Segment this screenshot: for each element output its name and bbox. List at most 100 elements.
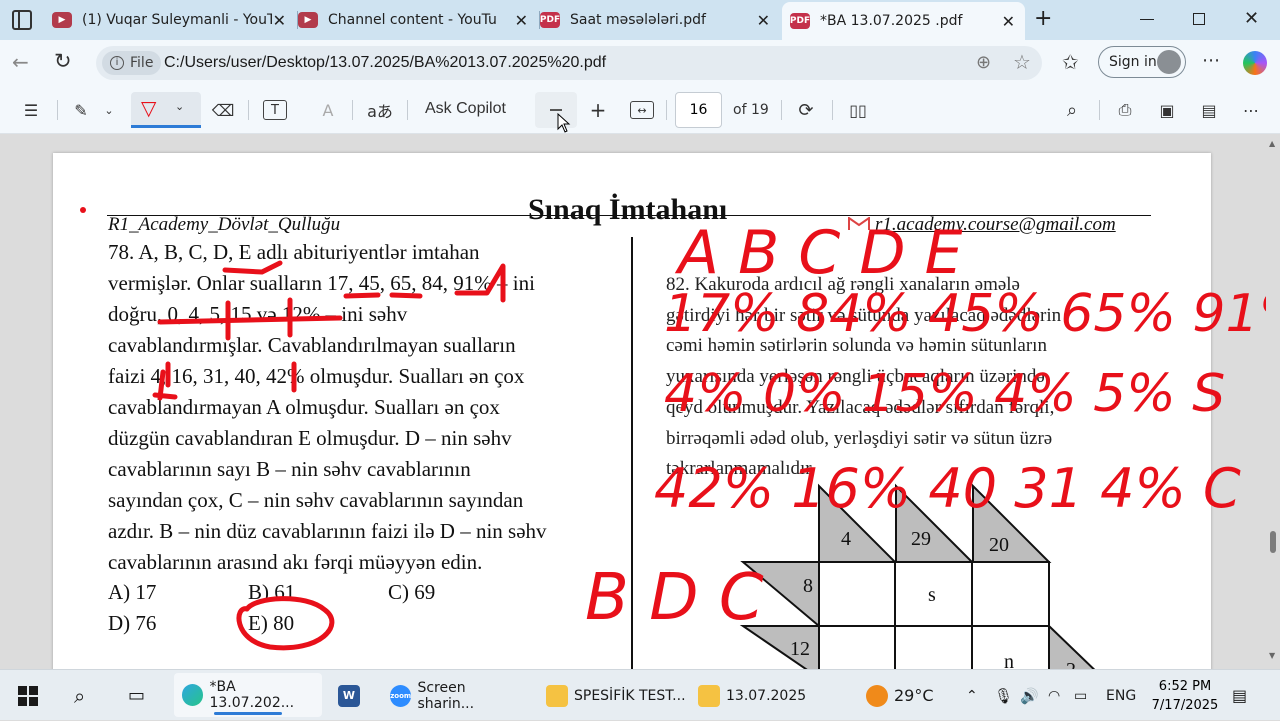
restore-icon[interactable] (1193, 13, 1205, 25)
mouse-cursor-icon (557, 113, 571, 133)
taskbar: ⌕ ▭ *BA 13.07.202... W zoom Screen shari… (0, 669, 1280, 720)
folder-icon (698, 684, 720, 707)
ask-copilot-button[interactable]: Ask Copilot (425, 100, 506, 118)
temperature: 29°C (894, 686, 934, 705)
url-text[interactable]: C:/Users/user/Desktop/13.07.2025/BA%2013… (164, 54, 606, 72)
pdf-icon: PDF (790, 13, 810, 29)
read-aloud-disabled-icon: A (322, 100, 334, 120)
ink-annotations: A B C D E 17% 84% 45% 65% 91% D 4% 0% 15… (152, 218, 1266, 651)
tab-label: Saat məsələləri.pdf (570, 12, 706, 28)
new-tab-button[interactable]: + (1034, 6, 1052, 31)
close-icon[interactable]: ✕ (515, 11, 528, 30)
print-icon[interactable]: ⎙ (1114, 98, 1136, 122)
taskbar-label: 13.07.2025 (726, 687, 807, 704)
ink-bottom: B D C (585, 561, 764, 635)
tab-actions-icon[interactable] (12, 10, 32, 30)
zoom-icon[interactable]: ⊕ (976, 52, 991, 73)
taskbar-label: SPESİFİK TEST... (574, 687, 686, 704)
taskbar-word[interactable]: W (338, 670, 366, 721)
tab-ba-pdf[interactable]: PDF *BA 13.07.2025 .pdf ✕ (782, 2, 1025, 40)
task-view-icon[interactable]: ▭ (128, 670, 145, 721)
document-viewport[interactable]: R1_Academy_Dövlət_Qulluğu Sınaq İmtahanı… (0, 135, 1280, 669)
translate-icon[interactable]: aあ (366, 98, 394, 122)
taskbar-label: *BA 13.07.202... (209, 679, 295, 711)
file-chip[interactable]: i File (102, 51, 162, 75)
taskbar-label: Screen sharin... (417, 679, 475, 712)
search-icon[interactable]: ⌕ (74, 670, 85, 721)
file-chip-label: File (130, 55, 154, 71)
windows-icon (18, 685, 38, 706)
rotate-icon[interactable]: ⟳ (795, 98, 817, 122)
minimize-icon[interactable] (1140, 19, 1154, 20)
ink-letters-top: A B C D E (674, 218, 963, 288)
volume-icon[interactable]: 🔊 (1020, 670, 1039, 721)
battery-icon[interactable]: ▭ (1074, 670, 1087, 721)
text-icon[interactable]: T (263, 100, 287, 120)
draw-tool[interactable]: ▽ ⌄ (131, 92, 201, 128)
address-bar[interactable]: i File C:/Users/user/Desktop/13.07.2025/… (96, 46, 1042, 80)
save-icon[interactable]: ▣ (1156, 98, 1178, 122)
taskbar-edge[interactable]: *BA 13.07.202... (174, 673, 322, 717)
ink-row-3: 42% 16% 40 31 4% C (654, 457, 1241, 520)
refresh-icon[interactable]: ↻ (54, 49, 72, 73)
tab-label: *BA 13.07.2025 .pdf (820, 13, 963, 29)
word-icon: W (338, 684, 360, 707)
language-indicator[interactable]: ENG (1106, 670, 1136, 721)
scroll-down-icon[interactable]: ▼ (1269, 651, 1275, 660)
more-icon[interactable]: ⋯ (1202, 50, 1220, 71)
start-button[interactable] (18, 670, 38, 721)
taskbar-zoom[interactable]: zoom Screen sharin... (390, 670, 524, 721)
pdf-toolbar: ☰ ✎ ⌄ ▽ ⌄ ⌫ T A aあ Ask Copilot + ↔ 16 of… (0, 86, 1280, 134)
tab-youtube[interactable]: ▶ (1) Vuqar Suleymanli - YouTube ✕ (52, 0, 296, 40)
page-number-input[interactable]: 16 (675, 92, 722, 128)
scrollbar[interactable]: ▲ ▼ (1266, 135, 1280, 669)
tab-label: Channel content - YouTube Studio (328, 12, 496, 28)
folder-icon (546, 684, 568, 707)
back-icon[interactable]: ← (12, 50, 29, 74)
close-icon[interactable]: ✕ (1002, 12, 1015, 31)
pdf-icon: PDF (540, 12, 560, 28)
scroll-up-icon[interactable]: ▲ (1269, 139, 1275, 148)
ink-row-2: 4% 0% 15% 4% 5% S (664, 364, 1225, 424)
taskbar-folder-date[interactable]: 13.07.2025 (698, 670, 808, 721)
fit-width-icon[interactable]: ↔ (630, 101, 654, 119)
address-row: ← ↻ i File C:/Users/user/Desktop/13.07.2… (0, 40, 1280, 86)
clock[interactable]: 6:52 PM 7/17/2025 (1150, 677, 1220, 715)
highlight-icon[interactable]: ✎ (70, 98, 92, 122)
clock-time: 6:52 PM (1158, 679, 1212, 694)
close-icon[interactable]: ✕ (757, 11, 770, 30)
favorites-icon[interactable]: ✩ (1062, 50, 1079, 74)
sign-in-button[interactable]: Sign in (1098, 46, 1186, 78)
weather-widget[interactable]: 29°C (866, 670, 934, 721)
tab-saat-pdf[interactable]: PDF Saat məsələləri.pdf ✕ (540, 0, 780, 40)
save-as-icon[interactable]: ▤ (1198, 98, 1220, 122)
eraser-icon[interactable]: ⌫ (212, 98, 235, 122)
close-window-icon[interactable]: ✕ (1244, 8, 1259, 29)
chevron-down-icon[interactable]: ⌄ (102, 98, 116, 122)
wifi-icon[interactable]: ◠ (1048, 670, 1060, 721)
copilot-icon[interactable] (1243, 51, 1267, 75)
tab-label: (1) Vuqar Suleymanli - YouTube (82, 12, 272, 28)
tray-chevron-icon[interactable]: ⌃ (966, 670, 978, 721)
ink-row-1: 17% 84% 45% 65% 91% D (664, 284, 1266, 344)
chevron-down-icon: ⌄ (175, 100, 185, 113)
scroll-thumb[interactable] (1270, 531, 1276, 553)
edge-icon (182, 684, 204, 706)
sun-icon (866, 684, 888, 707)
more-options-icon[interactable]: ⋯ (1240, 98, 1262, 122)
close-icon[interactable]: ✕ (273, 11, 286, 30)
taskbar-folder-spesifik[interactable]: SPESİFİK TEST... (546, 670, 696, 721)
pen-icon: ▽ (141, 96, 157, 120)
favorite-star-icon[interactable]: ☆ (1013, 50, 1031, 74)
contents-icon[interactable]: ☰ (20, 98, 42, 122)
zoom-in-button[interactable]: + (588, 98, 608, 122)
notification-icon[interactable]: ▤ (1232, 670, 1247, 721)
page-view-icon[interactable]: ▯▯ (846, 98, 870, 122)
info-icon: i (110, 56, 124, 70)
microphone-icon[interactable]: 🎙 (994, 670, 1013, 721)
tab-strip: ▶ (1) Vuqar Suleymanli - YouTube ✕ ▶ Cha… (0, 0, 1280, 40)
tab-youtube-studio[interactable]: ▶ Channel content - YouTube Studio ✕ (298, 0, 538, 40)
avatar (1157, 50, 1181, 74)
search-icon[interactable]: ⌕ (1062, 98, 1082, 122)
sign-in-label: Sign in (1109, 54, 1157, 70)
